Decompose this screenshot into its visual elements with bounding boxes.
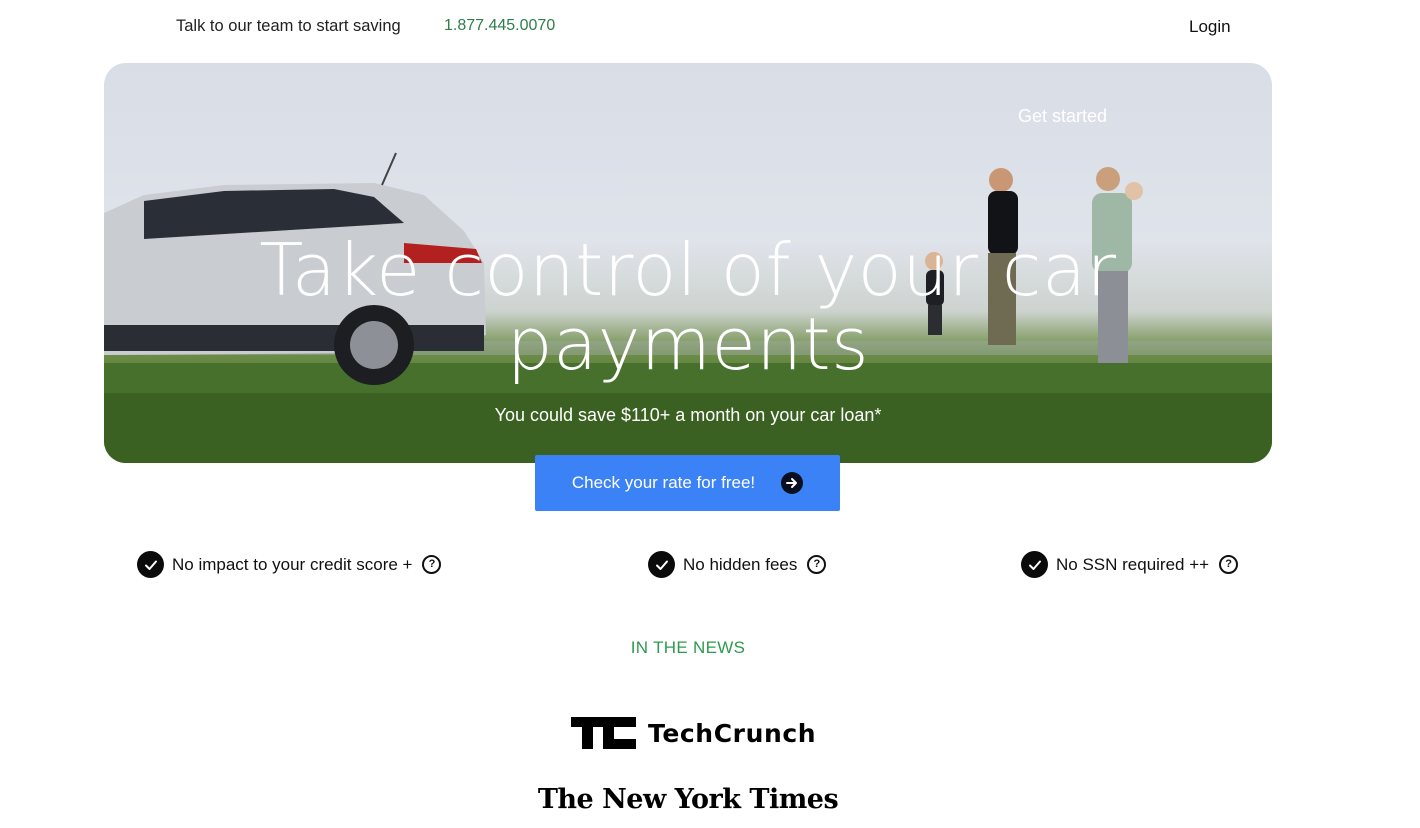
hero-title-line-1: Take control of your car	[259, 228, 1117, 312]
phone-link[interactable]: 1.877.445.0070	[444, 17, 555, 35]
news-heading: IN THE NEWS	[630, 638, 746, 657]
check-rate-button[interactable]: Check your rate for free!	[535, 455, 840, 511]
header-tagline: Talk to our team to start saving	[176, 17, 401, 35]
feature-credit-score: No impact to your credit score + ?	[137, 551, 442, 578]
feature-label: No SSN required ++	[1056, 554, 1210, 574]
techcrunch-wordmark: TechCrunch	[648, 718, 817, 748]
get-started-link[interactable]: Get started	[1018, 106, 1107, 127]
techcrunch-mark-icon	[571, 717, 636, 749]
top-bar: Talk to our team to start saving 1.877.4…	[0, 0, 1420, 54]
question-circle-icon[interactable]: ?	[1219, 555, 1239, 574]
hero-subtitle: You could save $110+ a month on your car…	[494, 405, 882, 425]
hero-title-line-2: payments	[506, 302, 870, 386]
nyt-logo[interactable]: The New York Times	[0, 784, 1376, 815]
check-circle-icon	[648, 551, 675, 578]
check-circle-icon	[137, 551, 164, 578]
login-link[interactable]: Login	[1189, 17, 1231, 37]
feature-label: No hidden fees	[683, 554, 798, 574]
techcrunch-logo[interactable]: TechCrunch	[571, 717, 816, 749]
check-circle-icon	[1021, 551, 1048, 578]
question-circle-icon[interactable]: ?	[807, 555, 827, 574]
feature-label: No impact to your credit score +	[172, 554, 413, 574]
arrow-right-circle-icon	[781, 472, 804, 494]
feature-no-ssn: No SSN required ++ ?	[1021, 551, 1239, 578]
check-rate-label: Check your rate for free!	[571, 473, 756, 492]
question-circle-icon[interactable]: ?	[422, 555, 442, 574]
feature-hidden-fees: No hidden fees ?	[648, 551, 827, 578]
hero-title: Take control of your car payments	[104, 233, 1272, 381]
hero-banner: Get started Take control of your car pay…	[104, 63, 1272, 463]
